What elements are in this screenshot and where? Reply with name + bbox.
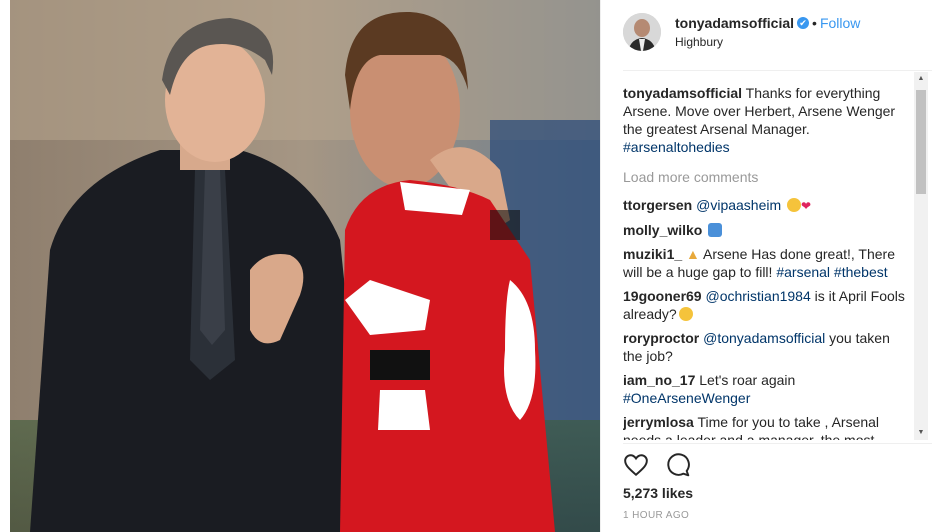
comment-username[interactable]: ttorgersen	[623, 197, 692, 213]
post-header: tonyadamsofficial ✔ • Follow Highbury	[623, 12, 923, 52]
comment-item: muziki1_ ▲ Arsene Has done great!, There…	[623, 245, 908, 281]
verified-badge-icon: ✔	[797, 17, 810, 30]
comment-username[interactable]: iam_no_17	[623, 372, 695, 388]
screaming-face-emoji-icon	[708, 223, 723, 237]
warning-emoji-icon: ▲	[686, 246, 700, 262]
header-username[interactable]: tonyadamsofficial	[675, 15, 794, 31]
comment-username[interactable]: 19gooner69	[623, 288, 702, 304]
scrollbar-thumb[interactable]	[916, 90, 926, 194]
post-timestamp[interactable]: 1 HOUR AGO	[623, 510, 689, 521]
comment-username[interactable]: molly_wilko	[623, 222, 702, 238]
comment-username[interactable]: roryproctor	[623, 330, 699, 346]
scroll-up-arrow-icon[interactable]: ▲	[914, 72, 928, 86]
comment-username[interactable]: muziki1_	[623, 246, 682, 262]
caption-hashtag[interactable]: #arsenaltohedies	[623, 139, 730, 155]
comment-hashtag[interactable]: #thebest	[834, 264, 888, 280]
heart-emoji-icon: ❤	[801, 199, 812, 213]
comment-item: 19gooner69 @ochristian1984 is it April F…	[623, 287, 908, 323]
comment-mention[interactable]: @vipaasheim	[696, 197, 781, 213]
comment-text: Let's roar again	[699, 372, 796, 388]
comment-item: iam_no_17 Let's roar again #OneArseneWen…	[623, 371, 908, 407]
screaming-face-emoji-icon	[678, 307, 693, 321]
crying-laughing-emoji-icon	[787, 198, 802, 212]
comment-bubble-icon[interactable]	[665, 452, 691, 478]
instagram-post: tonyadamsofficial ✔ • Follow Highbury tonya…	[0, 0, 945, 532]
comment-username[interactable]: jerrymlosa	[623, 414, 694, 430]
location-link[interactable]: Highbury	[675, 33, 860, 51]
comment-hashtag[interactable]: #OneArseneWenger	[623, 390, 750, 406]
separator-dot: •	[812, 14, 817, 31]
post-actions	[623, 452, 691, 478]
likes-count[interactable]: 5,273 likes	[623, 485, 693, 501]
post-sidebar: tonyadamsofficial ✔ • Follow Highbury tonya…	[600, 0, 945, 532]
caption: tonyadamsofficial Thanks for everything …	[623, 84, 908, 156]
header-divider	[623, 70, 932, 71]
photo-illustration	[10, 0, 600, 532]
post-photo[interactable]	[10, 0, 600, 532]
comments-scrollbar[interactable]: ▲ ▼	[914, 72, 928, 440]
follow-button[interactable]: Follow	[820, 15, 860, 31]
caption-username[interactable]: tonyadamsofficial	[623, 85, 742, 101]
comment-mention[interactable]: @tonyadamsofficial	[703, 330, 825, 346]
scroll-down-arrow-icon[interactable]: ▼	[914, 426, 928, 440]
load-more-comments-button[interactable]: Load more comments	[623, 168, 908, 186]
comment-item: ttorgersen @vipaasheim ❤	[623, 196, 908, 215]
avatar-image	[623, 13, 661, 51]
avatar[interactable]	[623, 13, 661, 51]
comment-mention[interactable]: @ochristian1984	[705, 288, 810, 304]
comment-hashtag[interactable]: #arsenal	[776, 264, 830, 280]
comment-item: jerrymlosa Time for you to take , Arsena…	[623, 413, 908, 440]
actions-divider	[623, 443, 932, 444]
heart-icon[interactable]	[623, 452, 649, 478]
comment-item: roryproctor @tonyadamsofficial you taken…	[623, 329, 908, 365]
comment-item: molly_wilko	[623, 221, 908, 239]
comments-list[interactable]: tonyadamsofficial Thanks for everything …	[623, 84, 908, 440]
